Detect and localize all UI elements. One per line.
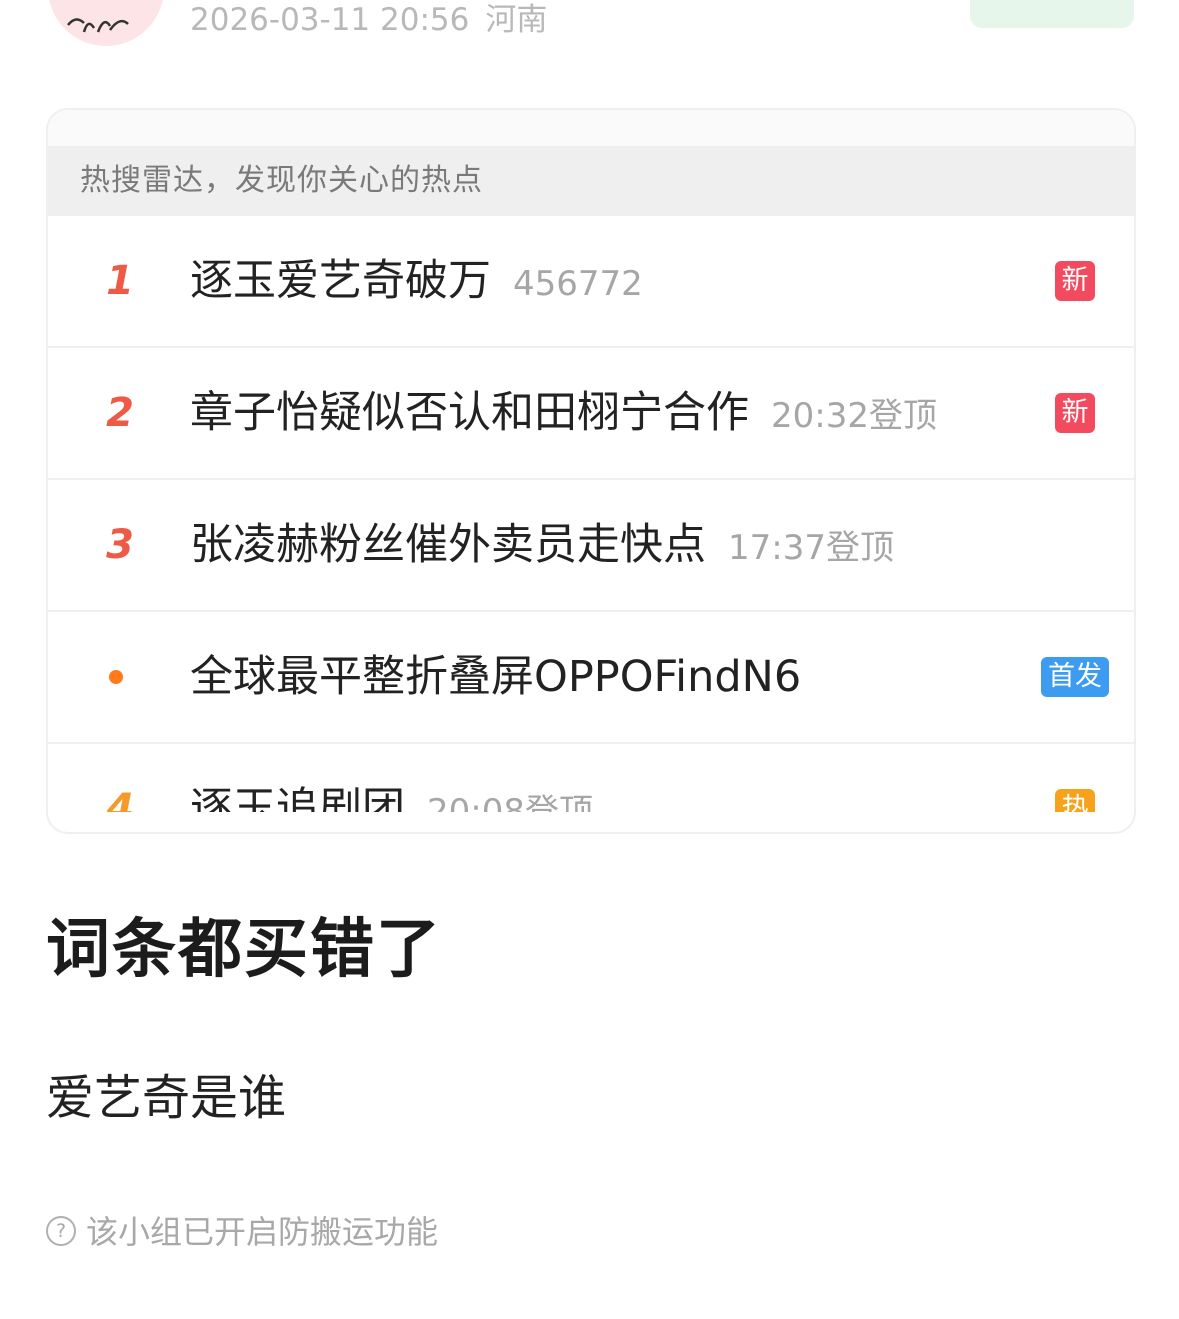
post-timestamp: 2026-03-11 20:56	[190, 2, 470, 38]
hot-search-title: 逐玉爱艺奇破万	[190, 256, 491, 306]
promoted-dot-icon	[109, 670, 123, 684]
hot-search-item[interactable]: 2 章子怡疑似否认和田栩宁合作 20:32登顶 新	[48, 348, 1134, 480]
question-circle-icon[interactable]: ?	[46, 1216, 76, 1246]
hot-search-meta: 456772	[513, 264, 643, 304]
anti-repost-notice[interactable]: ? 该小组已开启防搬运功能	[46, 1212, 438, 1252]
post-meta: 2026-03-11 20:56 河南	[190, 0, 547, 40]
hot-search-card[interactable]: 热搜雷达，发现你关心的热点 1 逐玉爱艺奇破万 456772 新 2 章子怡疑似否…	[46, 108, 1136, 834]
hot-search-item-sponsored[interactable]: 全球最平整折叠屏OPPOFindN6 首发	[48, 612, 1134, 744]
avatar[interactable]	[48, 0, 164, 46]
rank-number: 2	[106, 390, 134, 436]
hot-search-meta: 17:37登顶	[728, 528, 894, 568]
post-title: 词条都买错了	[46, 913, 442, 987]
hot-search-title: 全球最平整折叠屏OPPOFindN6	[190, 652, 802, 702]
avatar-illustration	[67, 18, 129, 33]
new-badge: 新	[1055, 393, 1095, 433]
card-top-strip	[48, 110, 1134, 146]
hot-search-item[interactable]: 4 逐玉追剧团 20:08登顶 热	[48, 744, 1134, 812]
post-body: 爱艺奇是谁	[46, 1070, 287, 1126]
hot-search-title: 逐玉追剧团	[190, 784, 405, 812]
rank-number: 4	[106, 786, 134, 812]
anti-repost-notice-text: 该小组已开启防搬运功能	[86, 1213, 439, 1251]
rank-number: 1	[106, 258, 134, 304]
rank-number: 3	[106, 522, 134, 568]
hot-search-title: 张凌赫粉丝催外卖员走快点	[190, 520, 706, 570]
hot-search-item[interactable]: 1 逐玉爱艺奇破万 456772 新	[48, 216, 1134, 348]
hot-search-meta: 20:32登顶	[771, 396, 937, 436]
hot-search-title: 章子怡疑似否认和田栩宁合作	[190, 388, 749, 438]
debut-badge: 首发	[1041, 657, 1109, 697]
post-location: 河南	[485, 2, 548, 38]
hot-search-item[interactable]: 3 张凌赫粉丝催外卖员走快点 17:37登顶	[48, 480, 1134, 612]
hot-search-meta: 20:08登顶	[427, 792, 593, 812]
new-badge: 新	[1055, 261, 1095, 301]
hot-search-list: 1 逐玉爱艺奇破万 456772 新 2 章子怡疑似否认和田栩宁合作 20:32登顶…	[48, 216, 1134, 812]
hot-badge: 热	[1055, 789, 1095, 812]
follow-button[interactable]: 关注	[970, 0, 1134, 28]
hot-search-header: 热搜雷达，发现你关心的热点	[48, 146, 1134, 216]
